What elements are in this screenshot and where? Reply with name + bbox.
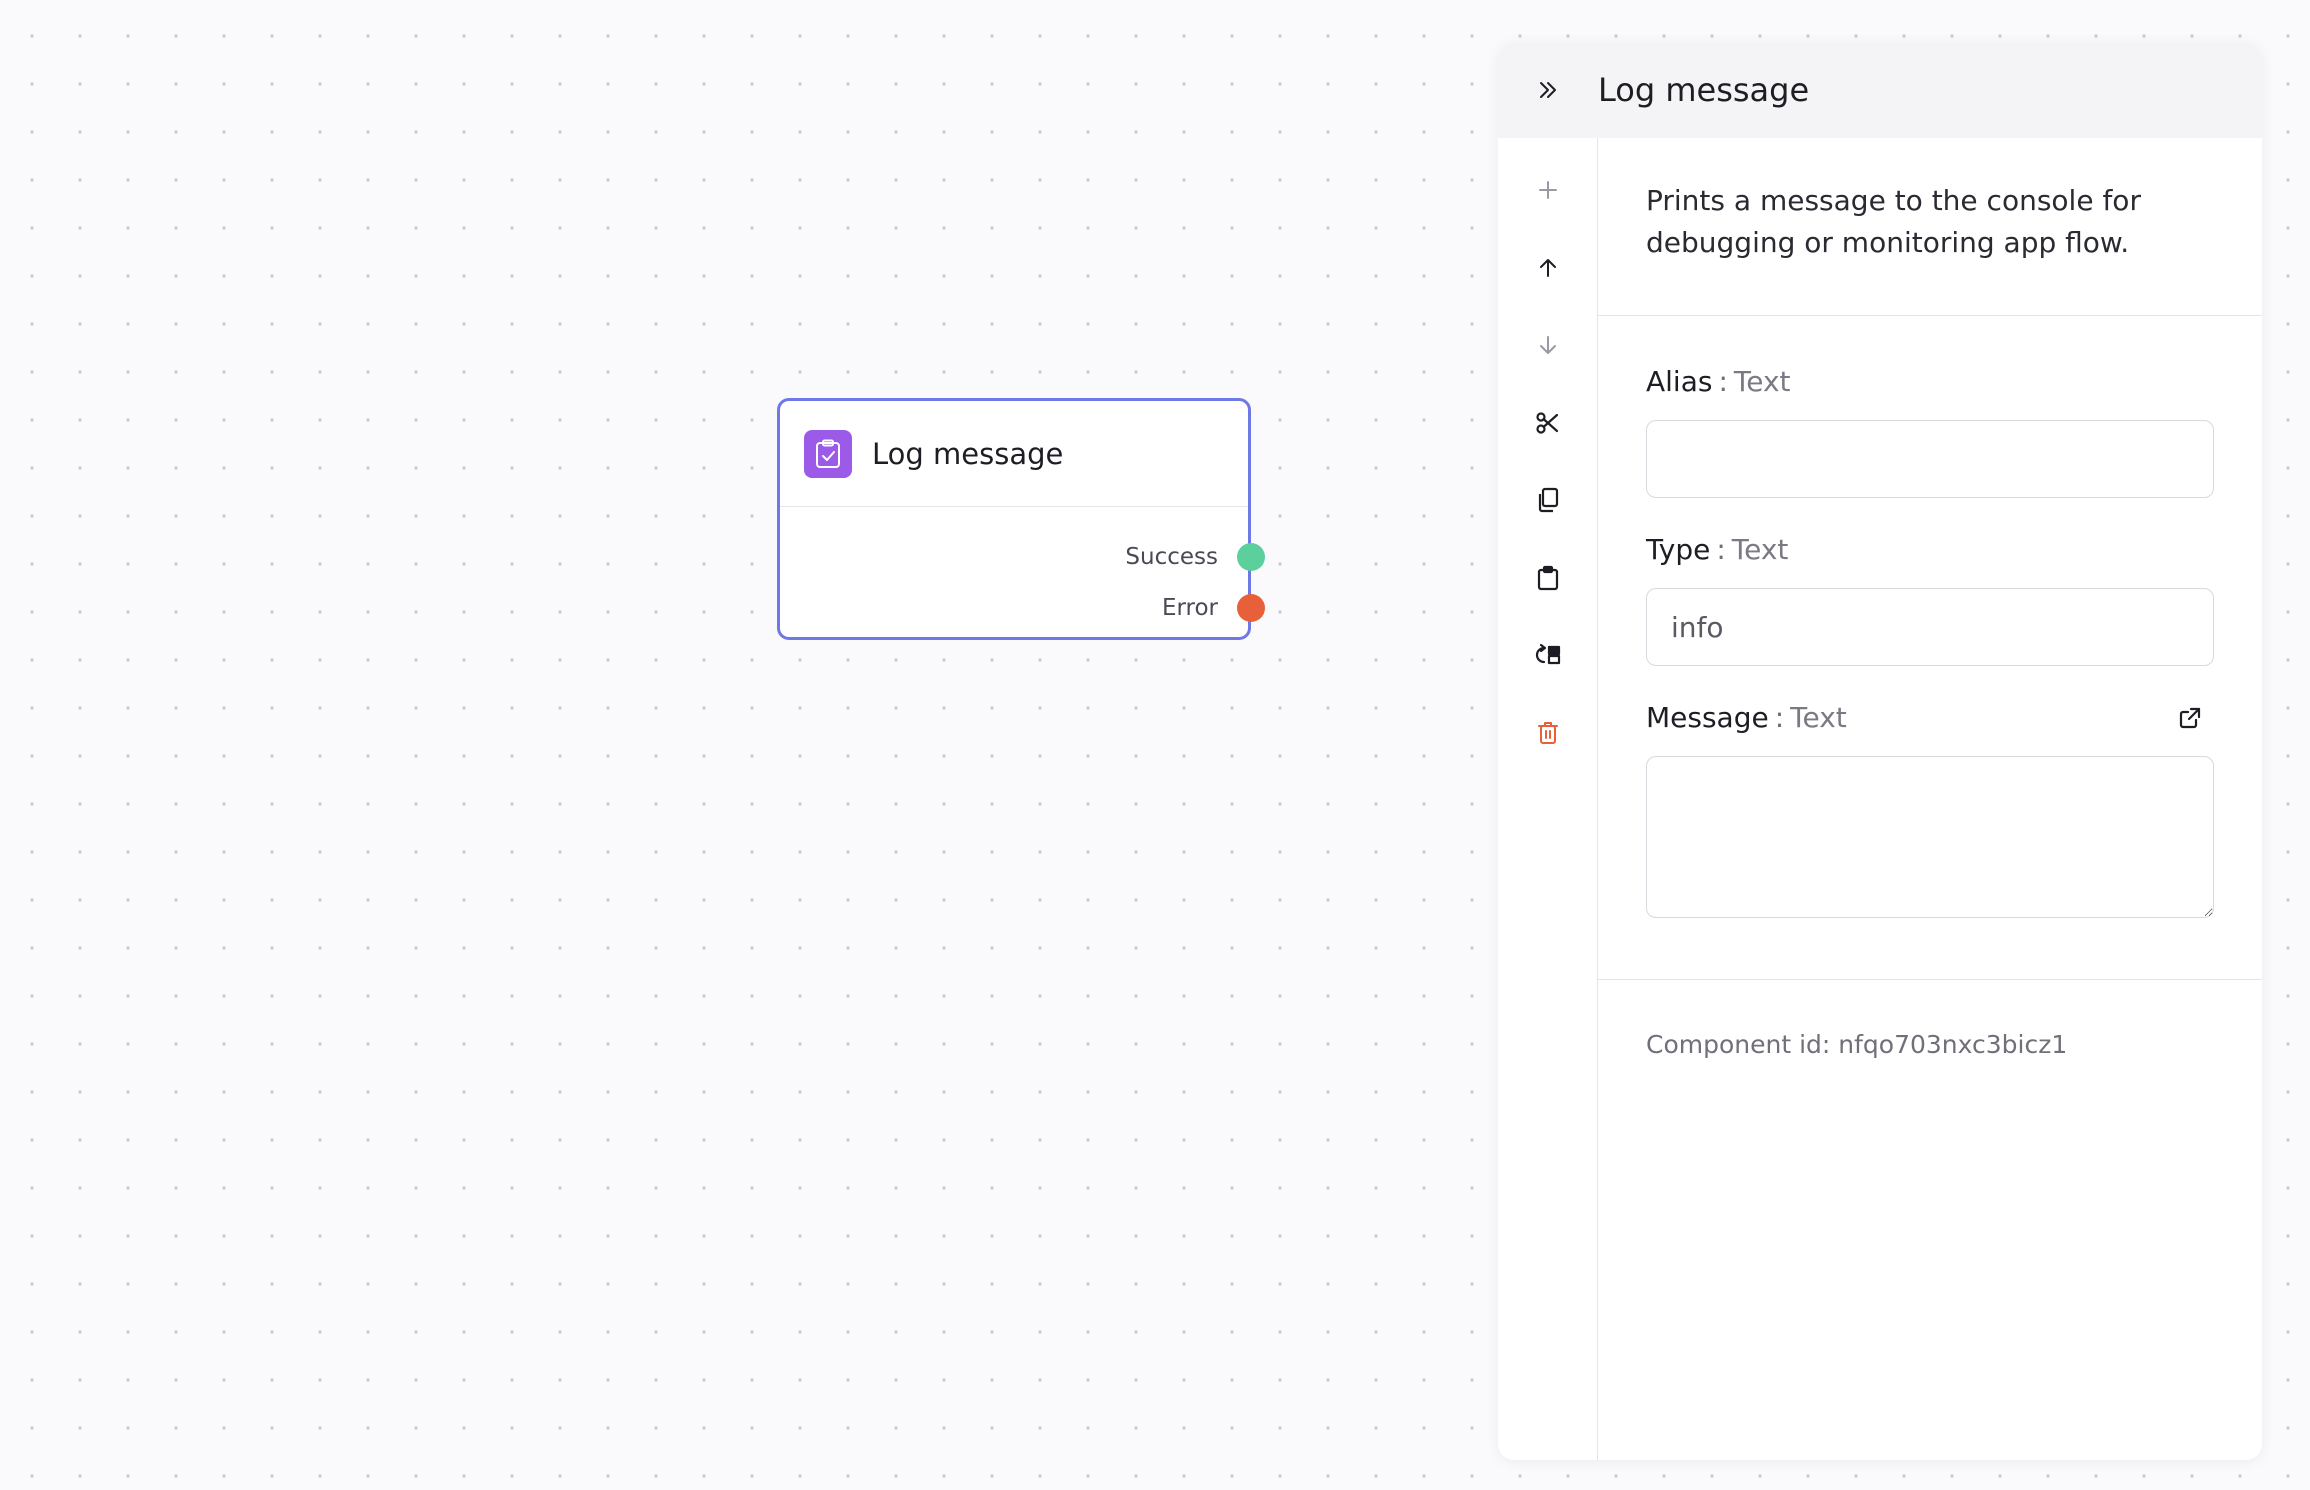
message-field: Message : Text <box>1646 700 2214 918</box>
arrow-down-icon <box>1539 336 1556 354</box>
message-label-name: Message <box>1646 701 1769 734</box>
fields-section: Alias : Text Type : Text info Message: … <box>1598 316 2262 980</box>
cut-button[interactable] <box>1518 395 1578 451</box>
type-label-name: Type <box>1646 533 1711 566</box>
chevrons-right-icon <box>1540 82 1556 98</box>
node-ports: Success Error <box>780 507 1265 633</box>
add-button[interactable] <box>1518 162 1578 218</box>
open-editor-button[interactable] <box>2172 700 2208 736</box>
alias-label-name: Alias <box>1646 365 1713 398</box>
node-header: Log message <box>780 401 1248 507</box>
replace-button[interactable] <box>1518 627 1578 683</box>
clipboard-icon <box>1537 565 1558 590</box>
move-down-button[interactable] <box>1518 317 1578 373</box>
swap-icon <box>1535 643 1560 665</box>
alias-field: Alias : Text <box>1646 364 2214 498</box>
arrow-up-icon <box>1539 258 1556 277</box>
type-label-sep: : <box>1716 533 1726 566</box>
component-id: Component id: nfqo703nxc3bicz1 <box>1646 1030 2068 1059</box>
port-success-label: Success <box>1125 543 1218 570</box>
type-input[interactable] <box>1646 588 2214 666</box>
panel-toolbar <box>1498 138 1598 1460</box>
message-textarea[interactable] <box>1646 756 2214 918</box>
success-port-handle[interactable] <box>1237 542 1265 571</box>
panel-header: Log message <box>1498 42 2262 138</box>
trash-icon <box>1537 721 1558 744</box>
panel-title: Log message <box>1598 71 1810 109</box>
panel-content: Prints a message to the console for debu… <box>1598 138 2262 1460</box>
plus-icon <box>1538 181 1557 199</box>
message-label-type: Text <box>1790 701 1847 734</box>
scissors-icon <box>1535 411 1558 434</box>
node-title: Log message <box>872 436 1064 471</box>
alias-label: Alias : Text <box>1646 364 2214 400</box>
move-up-button[interactable] <box>1518 240 1578 296</box>
clipboard-check-icon <box>804 429 852 478</box>
alias-input[interactable] <box>1646 420 2214 498</box>
log-message-node[interactable]: Log message Success Error <box>777 398 1265 640</box>
properties-panel: Log message Prints a message to the cons… <box>1498 42 2262 1460</box>
delete-button[interactable] <box>1518 705 1578 761</box>
paste-button[interactable] <box>1518 550 1578 606</box>
meta-section: Component id: nfqo703nxc3bicz1 <box>1598 980 2262 1059</box>
external-link-icon <box>2179 707 2201 729</box>
component-description: Prints a message to the console for debu… <box>1646 184 2141 259</box>
port-success: Success <box>780 531 1265 582</box>
alias-label-sep: : <box>1718 365 1728 398</box>
port-error: Error <box>780 582 1265 633</box>
message-label-sep: : <box>1774 701 1785 734</box>
description-section: Prints a message to the console for debu… <box>1598 138 2262 316</box>
type-label-type: Text <box>1731 533 1789 566</box>
error-port-handle[interactable] <box>1237 593 1265 622</box>
type-label: Type : Text <box>1646 532 2214 568</box>
alias-label-type: Text <box>1733 365 1791 398</box>
copy-button[interactable] <box>1518 472 1578 528</box>
collapse-panel-button[interactable] <box>1498 42 1598 138</box>
copy-icon <box>1538 487 1558 513</box>
port-error-label: Error <box>1161 594 1218 621</box>
panel-body: Prints a message to the console for debu… <box>1498 138 2262 1460</box>
type-field: Type : Text <box>1646 532 2214 666</box>
message-label: Message : Text <box>1646 700 2214 736</box>
